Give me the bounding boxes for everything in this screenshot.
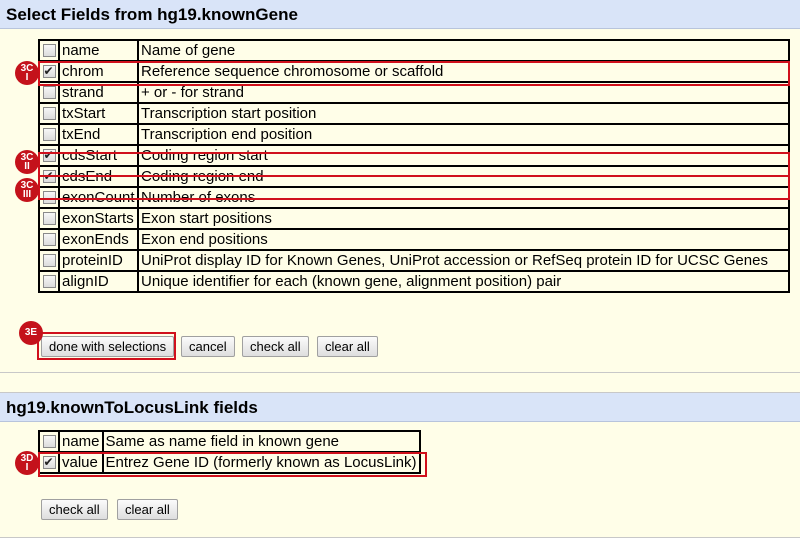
check-all-button[interactable]: check all bbox=[41, 499, 108, 520]
fields-table: name Name of gene chrom Reference sequen… bbox=[38, 39, 790, 293]
checkbox-chrom[interactable] bbox=[42, 62, 56, 81]
clear-all-button[interactable]: clear all bbox=[117, 499, 178, 520]
panel-title: hg19.knownToLocusLink fields bbox=[0, 393, 800, 422]
field-name: chrom bbox=[58, 60, 139, 83]
field-name: txEnd bbox=[58, 123, 139, 146]
cancel-button[interactable]: cancel bbox=[181, 336, 235, 357]
field-name: exonCount bbox=[58, 186, 139, 209]
table-row: chrom Reference sequence chromosome or s… bbox=[38, 60, 790, 83]
checkbox-proteinid[interactable] bbox=[42, 253, 56, 267]
field-description: Reference sequence chromosome or scaffol… bbox=[137, 60, 790, 83]
table-row: name Name of gene bbox=[38, 39, 790, 62]
field-description: UniProt display ID for Known Genes, UniP… bbox=[137, 249, 790, 272]
checkbox-exonstarts[interactable] bbox=[42, 211, 56, 225]
field-name: cdsStart bbox=[58, 144, 139, 167]
checkbox-strand[interactable] bbox=[42, 85, 56, 99]
field-description: Same as name field in known gene bbox=[101, 430, 421, 453]
field-description: Coding region end bbox=[137, 165, 790, 188]
table-row: cdsEnd Coding region end bbox=[38, 165, 790, 188]
checkbox-cdsend[interactable] bbox=[42, 167, 56, 186]
annotation-marker-3c-iii: 3C III bbox=[15, 178, 39, 202]
field-description: Exon end positions bbox=[137, 228, 790, 251]
field-description: Unique identifier for each (known gene, … bbox=[137, 270, 790, 293]
table-row: txStart Transcription start position bbox=[38, 102, 790, 125]
check-all-button[interactable]: check all bbox=[242, 336, 309, 357]
checkbox-exonends[interactable] bbox=[42, 232, 56, 246]
field-name: cdsEnd bbox=[58, 165, 139, 188]
field-name: exonStarts bbox=[58, 207, 139, 230]
field-description: Coding region start bbox=[137, 144, 790, 167]
checkbox-txend[interactable] bbox=[42, 127, 56, 141]
checkbox-name[interactable] bbox=[42, 434, 56, 448]
table-row: value Entrez Gene ID (formerly known as … bbox=[38, 451, 421, 474]
field-description: + or - for strand bbox=[137, 81, 790, 104]
field-name: exonEnds bbox=[58, 228, 139, 251]
field-name: proteinID bbox=[58, 249, 139, 272]
table-row: txEnd Transcription end position bbox=[38, 123, 790, 146]
table-row: exonCount Number of exons bbox=[38, 186, 790, 209]
table-row: proteinID UniProt display ID for Known G… bbox=[38, 249, 790, 272]
field-name: name bbox=[58, 39, 139, 62]
annotation-marker-3c-i: 3C I bbox=[15, 61, 39, 85]
annotation-marker-3e: 3E bbox=[19, 321, 43, 345]
table-row: exonStarts Exon start positions bbox=[38, 207, 790, 230]
table-row: cdsStart Coding region start bbox=[38, 144, 790, 167]
annotation-marker-3d-i: 3D I bbox=[15, 451, 39, 475]
table-row: alignID Unique identifier for each (know… bbox=[38, 270, 790, 293]
table-row: exonEnds Exon end positions bbox=[38, 228, 790, 251]
locuslink-fields-table: name Same as name field in known gene va… bbox=[38, 430, 421, 474]
field-name: alignID bbox=[58, 270, 139, 293]
field-description: Transcription end position bbox=[137, 123, 790, 146]
field-name: txStart bbox=[58, 102, 139, 125]
panel-title: Select Fields from hg19.knownGene bbox=[0, 0, 800, 29]
annotation-marker-3c-ii: 3C II bbox=[15, 150, 39, 174]
field-name: name bbox=[58, 430, 104, 453]
checkbox-exoncount[interactable] bbox=[42, 190, 56, 204]
field-name: strand bbox=[58, 81, 139, 104]
done-with-selections-button[interactable]: done with selections bbox=[41, 336, 175, 357]
checkbox-txstart[interactable] bbox=[42, 106, 56, 120]
checkbox-cdsstart[interactable] bbox=[42, 146, 56, 165]
field-name: value bbox=[58, 451, 104, 474]
checkbox-alignid[interactable] bbox=[42, 274, 56, 288]
field-description: Number of exons bbox=[137, 186, 790, 209]
table-row: name Same as name field in known gene bbox=[38, 430, 421, 453]
field-description: Exon start positions bbox=[137, 207, 790, 230]
checkbox-name[interactable] bbox=[42, 43, 56, 57]
table-row: strand + or - for strand bbox=[38, 81, 790, 104]
checkbox-value[interactable] bbox=[42, 453, 56, 472]
field-description: Entrez Gene ID (formerly known as LocusL… bbox=[101, 451, 421, 474]
field-description: Transcription start position bbox=[137, 102, 790, 125]
clear-all-button[interactable]: clear all bbox=[317, 336, 378, 357]
field-description: Name of gene bbox=[137, 39, 790, 62]
